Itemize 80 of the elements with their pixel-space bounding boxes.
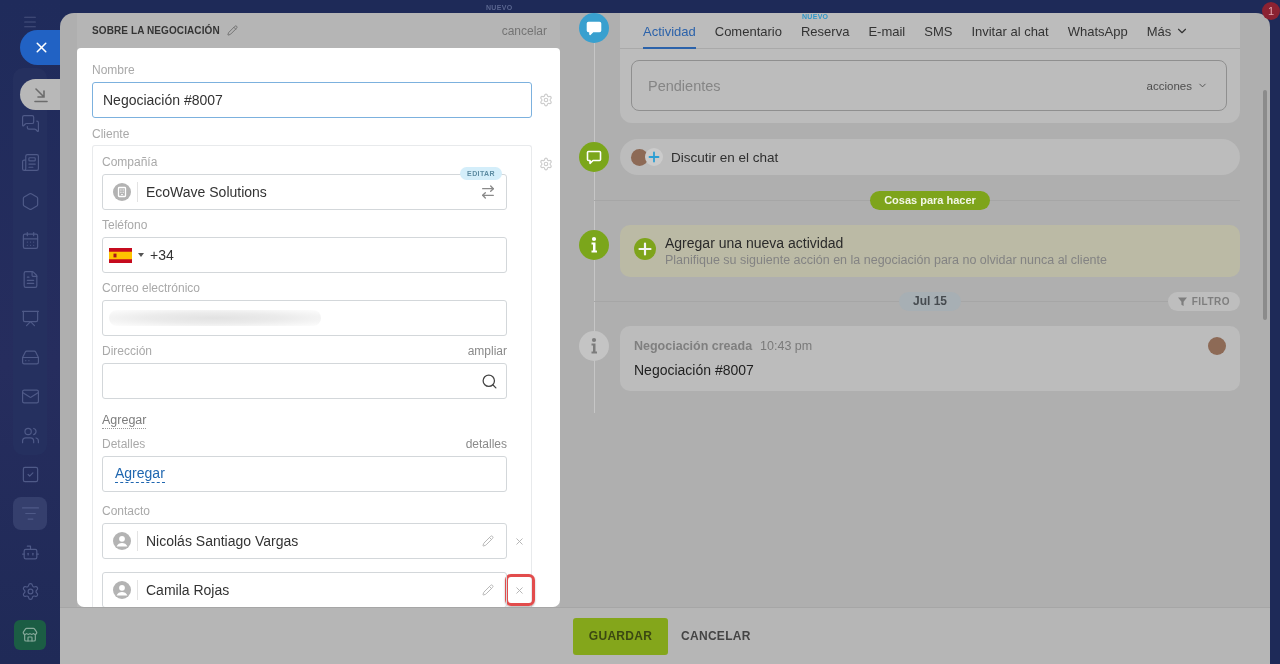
filter-icon xyxy=(20,504,40,523)
presentation-board-icon xyxy=(20,309,40,328)
close-icon xyxy=(514,584,525,596)
event-title: Negociación creada xyxy=(634,339,753,353)
checkbox-icon xyxy=(20,465,40,484)
drive-icon xyxy=(20,348,40,367)
avatar-photo xyxy=(1208,337,1226,355)
pencil-icon[interactable] xyxy=(482,535,494,547)
newspaper-icon xyxy=(20,153,40,172)
person-icon xyxy=(113,532,131,550)
field-label: Detalles xyxy=(102,436,146,452)
pencil-icon[interactable] xyxy=(226,25,238,36)
arrow-down-right-icon xyxy=(33,86,49,103)
pencil-icon[interactable] xyxy=(482,584,494,596)
discuss-chat-button[interactable]: Discutir en el chat xyxy=(620,139,1240,175)
caret-icon xyxy=(138,253,144,257)
calendar-icon xyxy=(20,231,40,250)
plus-icon xyxy=(634,238,656,260)
field-label: Compañía xyxy=(102,154,159,170)
phone-field[interactable]: +34 xyxy=(102,237,507,273)
chat-icon xyxy=(20,114,40,133)
info-icon xyxy=(579,230,609,260)
comment-icon xyxy=(579,13,609,43)
field-label: Nombre xyxy=(92,62,136,78)
event-text: Negociación #8007 xyxy=(634,361,755,379)
add-link[interactable]: Agregar xyxy=(115,465,165,483)
email-field[interactable] xyxy=(102,300,507,336)
details-field[interactable]: Agregar xyxy=(102,456,507,492)
info-icon xyxy=(579,331,609,361)
expand-link[interactable]: ampliar xyxy=(467,343,507,359)
address-field[interactable] xyxy=(102,363,507,399)
building-icon xyxy=(113,183,131,201)
actions-dropdown[interactable]: acciones xyxy=(1146,79,1208,92)
close-button[interactable] xyxy=(20,30,60,65)
funnel-icon xyxy=(1177,297,1187,306)
chat-icon xyxy=(579,142,609,172)
panel-title: SOBRE LA NEGOCIACIÓN xyxy=(92,25,220,36)
details-link[interactable]: detalles xyxy=(465,436,507,452)
field-label: Teléfono xyxy=(102,217,149,233)
store-icon xyxy=(22,627,38,643)
tab[interactable]: SMS xyxy=(924,13,953,49)
save-button[interactable]: GUARDAR xyxy=(573,617,668,655)
menu-icon[interactable] xyxy=(22,14,38,30)
close-icon xyxy=(514,535,525,547)
settings-icon xyxy=(20,582,40,601)
swap-icon[interactable] xyxy=(480,184,496,200)
plus-icon xyxy=(645,148,663,166)
notification-badge: 1 xyxy=(1262,2,1280,20)
tab[interactable]: Invitar al chat xyxy=(971,13,1049,49)
section-label: Cosas para hacer xyxy=(870,191,990,210)
tab[interactable]: Comentario xyxy=(714,13,782,49)
scrollbar-thumb[interactable] xyxy=(1263,90,1267,320)
mail-icon xyxy=(20,387,40,406)
tab[interactable]: WhatsApp xyxy=(1067,13,1128,49)
cancel-button[interactable]: CANCELAR xyxy=(681,629,751,643)
contact-name: Nicolás Santiago Vargas xyxy=(146,533,300,549)
tab[interactable]: E-mail xyxy=(868,13,906,49)
field-label: Dirección xyxy=(102,343,152,359)
field-label: Correo electrónico xyxy=(102,280,202,296)
collapse-button[interactable] xyxy=(20,79,60,110)
name-field[interactable]: Negociación #8007 xyxy=(92,82,532,118)
add-link[interactable]: Agregar xyxy=(102,412,147,429)
contact-name: Camila Rojas xyxy=(146,582,231,598)
person-icon xyxy=(113,581,131,599)
field-label: Cliente xyxy=(92,126,131,142)
robot-icon xyxy=(20,543,40,562)
company-name: EcoWave Solutions xyxy=(146,184,268,200)
users-icon xyxy=(20,426,40,445)
hexagon-icon xyxy=(20,192,40,211)
event-time: 10:43 pm xyxy=(760,339,813,353)
activity-title: Agregar una nueva actividad xyxy=(665,234,845,252)
flag-icon xyxy=(109,247,132,263)
settings-icon[interactable] xyxy=(539,93,553,107)
contact-field[interactable]: Nicolás Santiago Vargas xyxy=(102,523,507,559)
sidebar-item[interactable] xyxy=(14,620,46,650)
date-badge: Jul 15 xyxy=(899,292,961,311)
settings-icon[interactable] xyxy=(539,157,553,171)
tab[interactable]: Más xyxy=(1146,13,1190,49)
field-label: Contacto xyxy=(102,503,152,519)
search-icon[interactable] xyxy=(481,372,498,390)
